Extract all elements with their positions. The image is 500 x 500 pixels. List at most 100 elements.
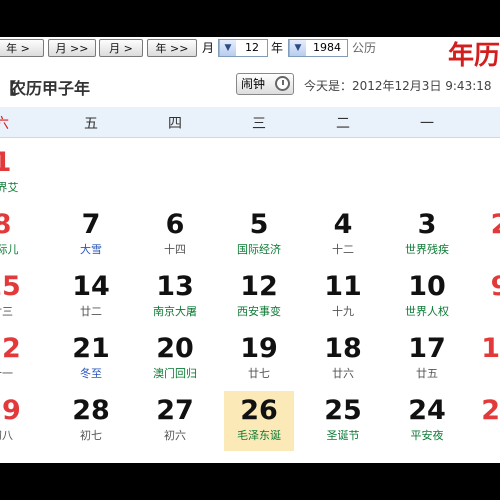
day-subtext: 国际经济 [237, 243, 281, 256]
day-subtext: 初八 [0, 429, 13, 442]
day-cell[interactable]: 28 初七 [56, 391, 126, 451]
chevron-down-icon[interactable]: ▼ [219, 40, 236, 56]
day-number: 13 [156, 271, 194, 302]
weekday-fri: 五 [84, 116, 98, 132]
day-cell[interactable]: 27 初六 [140, 391, 210, 451]
day-cell[interactable]: 7 大雪 [56, 205, 126, 265]
lunar-year: 农历甲子年 [10, 79, 91, 98]
day-subtext: 廿二 [80, 305, 102, 318]
day-subtext: 廿六 [332, 367, 354, 380]
day-cell[interactable]: 25 圣诞节 [308, 391, 378, 451]
month-select[interactable]: ▼ 12 [218, 39, 268, 57]
day-number: 1 [0, 147, 12, 178]
day-subtext: 毛泽东诞 [237, 429, 281, 442]
day-subtext: 廿五 [416, 367, 438, 380]
next-month-fast-button[interactable]: 月 >> [48, 39, 96, 57]
year-value: 1984 [313, 41, 341, 54]
day-subtext: 十二 [332, 243, 354, 256]
day-cell[interactable]: 26 毛泽东诞 [224, 391, 294, 451]
month-value: 12 [245, 41, 259, 54]
day-subtext: 廿七 [248, 367, 270, 380]
day-cell[interactable]: 5 国际经济 [224, 205, 294, 265]
day-number: 2 [490, 209, 500, 240]
day-cell[interactable]: 11 十九 [308, 267, 378, 327]
weekday-mon: 一 [420, 116, 434, 132]
bottom-border [0, 457, 500, 463]
year-label: 年 [271, 41, 284, 55]
day-subtext: 十一 [0, 367, 13, 380]
day-cell[interactable]: 21 冬至 [56, 329, 126, 389]
day-number: 19 [240, 333, 278, 364]
day-number: 7 [81, 209, 101, 240]
day-cell[interactable]: 12 西安事变 [224, 267, 294, 327]
day-number: 4 [333, 209, 353, 240]
day-number: 29 [0, 395, 21, 426]
alarm-button[interactable]: 闹钟 [236, 73, 294, 95]
day-subtext: 圣诞节 [326, 429, 360, 442]
day-subtext: 廿三 [0, 305, 13, 318]
day-subtext: 南京大屠 [153, 305, 197, 318]
clock-icon [275, 76, 290, 91]
day-number: 17 [408, 333, 446, 364]
day-cell[interactable]: 13 南京大屠 [140, 267, 210, 327]
alarm-button-label: 闹钟 [241, 77, 266, 91]
day-subtext: 冬至 [80, 367, 102, 380]
day-cell[interactable]: 1 世界艾 [0, 143, 37, 203]
day-subtext: 大雪 [80, 243, 102, 256]
next-month-button[interactable]: 月 > [99, 39, 143, 57]
current-datetime: 今天是：2012年12月3日 9:43:18 [304, 79, 492, 93]
day-cell[interactable]: 3 世界残疾 [392, 205, 462, 265]
month-label: 月 [202, 41, 215, 55]
day-number: 9 [490, 271, 500, 302]
day-cell[interactable]: 24 平安夜 [392, 391, 462, 451]
chevron-down-icon[interactable]: ▼ [289, 40, 306, 56]
day-subtext: 世界艾 [0, 181, 19, 194]
day-cell[interactable]: 6 十四 [140, 205, 210, 265]
day-number: 21 [72, 333, 110, 364]
day-cell[interactable]: 4 十二 [308, 205, 378, 265]
next-year-button[interactable]: 年 > [0, 39, 44, 57]
day-cell[interactable]: 14 廿二 [56, 267, 126, 327]
day-number: 23 [481, 395, 500, 426]
day-number: 22 [0, 333, 21, 364]
day-cell[interactable]: 20 澳门回归 [140, 329, 210, 389]
day-number: 3 [417, 209, 437, 240]
weekday-wed: 三 [252, 116, 266, 132]
day-cell[interactable]: 2 [465, 205, 500, 265]
day-cell[interactable]: 15 廿三 [0, 267, 37, 327]
day-cell[interactable]: 29 初八 [0, 391, 37, 451]
screen: 年 > 月 >> 月 > 年 >> 月 ▼ 12 年 ▼ 1984 公历 年历 … [0, 0, 500, 500]
day-cell[interactable]: 19 廿七 [224, 329, 294, 389]
day-cell[interactable]: 16 [465, 329, 500, 389]
day-subtext: 十九 [332, 305, 354, 318]
weekday-thu: 四 [168, 116, 182, 132]
day-number: 6 [165, 209, 185, 240]
day-number: 24 [408, 395, 446, 426]
day-cell[interactable]: 8 国际儿 [0, 205, 37, 265]
day-cell[interactable]: 17 廿五 [392, 329, 462, 389]
day-number: 15 [0, 271, 21, 302]
day-number: 12 [240, 271, 278, 302]
day-subtext: 初七 [80, 429, 102, 442]
day-cell[interactable]: 22 十一 [0, 329, 37, 389]
weekday-header: 六 五 四 三 二 一 [0, 107, 500, 138]
day-cell[interactable]: 23 [465, 391, 500, 451]
day-number: 20 [156, 333, 194, 364]
day-number: 26 [240, 395, 278, 426]
weekday-sat: 六 [0, 116, 9, 132]
day-cell[interactable]: 18 廿六 [308, 329, 378, 389]
toolbar: 年 > 月 >> 月 > 年 >> 月 ▼ 12 年 ▼ 1984 公历 年历 [0, 37, 500, 71]
day-cell[interactable]: 10 世界人权 [392, 267, 462, 327]
day-number: 25 [324, 395, 362, 426]
next-year-fast-button[interactable]: 年 >> [147, 39, 197, 57]
year-select[interactable]: ▼ 1984 [288, 39, 348, 57]
calendar-window: 年 > 月 >> 月 > 年 >> 月 ▼ 12 年 ▼ 1984 公历 年历 … [0, 37, 500, 463]
day-number: 18 [324, 333, 362, 364]
day-cell[interactable]: 9 [465, 267, 500, 327]
weekday-tue: 二 [336, 116, 350, 132]
day-subtext: 西安事变 [237, 305, 281, 318]
day-subtext: 澳门回归 [153, 367, 197, 380]
day-subtext: 平安夜 [410, 429, 444, 442]
day-number: 28 [72, 395, 110, 426]
brand-logo: 年历 [447, 41, 500, 71]
